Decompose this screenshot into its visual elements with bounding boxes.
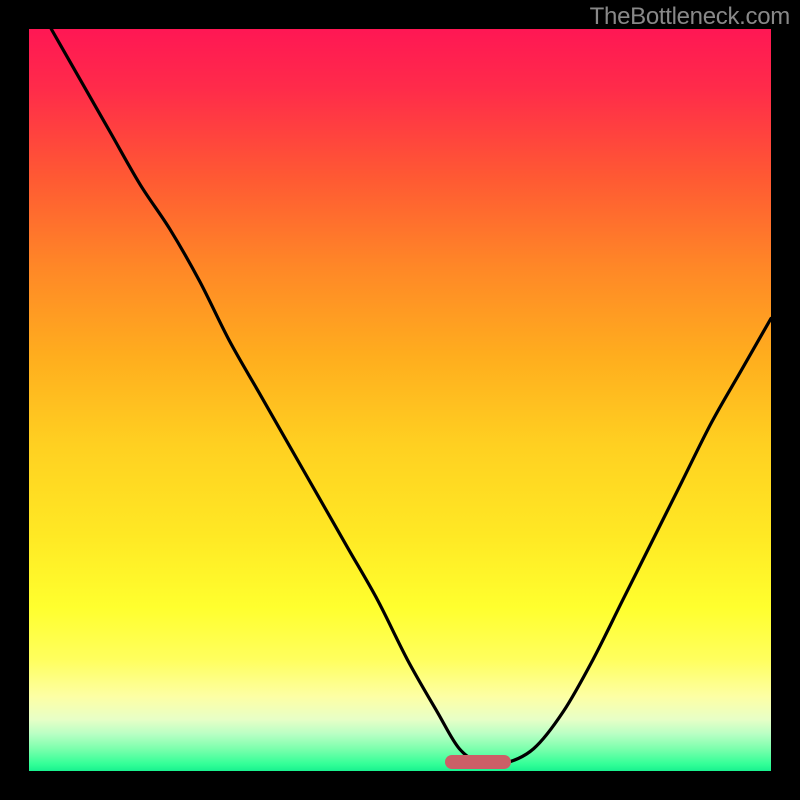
watermark-text: TheBottleneck.com — [590, 3, 790, 31]
curve-layer — [29, 29, 771, 771]
bottleneck-curve — [51, 29, 771, 765]
chart-container: TheBottleneck.com — [0, 0, 800, 800]
optimal-marker — [445, 755, 512, 769]
plot-area — [29, 29, 771, 771]
